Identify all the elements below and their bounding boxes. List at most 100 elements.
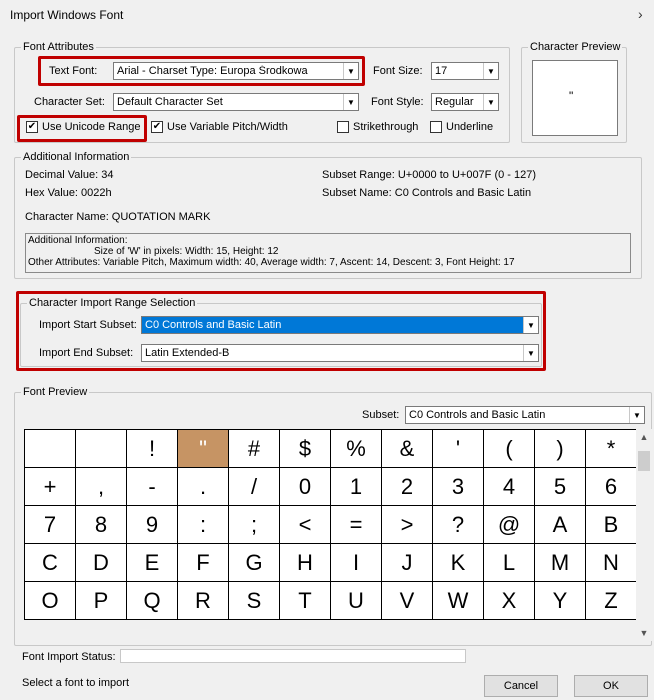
strikethrough-label: Strikethrough	[353, 121, 419, 133]
character-cell[interactable]	[25, 430, 76, 468]
font-size-combo[interactable]: 17 ▼	[431, 62, 499, 80]
character-cell[interactable]: T	[280, 582, 331, 620]
character-cell[interactable]: *	[586, 430, 637, 468]
character-cell[interactable]: B	[586, 506, 637, 544]
subset-label: Subset:	[362, 409, 400, 421]
close-icon[interactable]: ›	[638, 6, 643, 22]
character-cell[interactable]: V	[382, 582, 433, 620]
character-cell[interactable]: 4	[484, 468, 535, 506]
checkbox-unchecked-icon[interactable]	[430, 121, 442, 133]
font-style-value: Regular	[435, 96, 474, 108]
subset-value: C0 Controls and Basic Latin	[409, 409, 546, 421]
import-end-value: Latin Extended-B	[145, 347, 230, 359]
strikethrough-checkbox[interactable]: Strikethrough	[337, 121, 418, 133]
character-cell[interactable]: >	[382, 506, 433, 544]
character-cell[interactable]: W	[433, 582, 484, 620]
subset-combo[interactable]: C0 Controls and Basic Latin ▼	[405, 406, 645, 424]
character-cell[interactable]: A	[535, 506, 586, 544]
chevron-down-icon[interactable]: ▼	[483, 63, 498, 79]
character-cell[interactable]: =	[331, 506, 382, 544]
font-preview-legend: Font Preview	[21, 386, 90, 399]
chevron-down-icon[interactable]: ▼	[629, 407, 644, 423]
use-variable-pitch-checkbox[interactable]: ✔ Use Variable Pitch/Width	[151, 121, 288, 133]
character-cell[interactable]: G	[229, 544, 280, 582]
subset-name: Subset Name: C0 Controls and Basic Latin	[322, 187, 532, 199]
character-grid-scrollbar[interactable]: ▲ ▼	[636, 429, 652, 641]
status-message: Select a font to import	[22, 677, 129, 689]
character-cell[interactable]: 7	[25, 506, 76, 544]
character-cell[interactable]: P	[76, 582, 127, 620]
character-cell[interactable]: :	[178, 506, 229, 544]
character-cell[interactable]: E	[127, 544, 178, 582]
font-style-combo[interactable]: Regular ▼	[431, 93, 499, 111]
character-cell[interactable]: 9	[127, 506, 178, 544]
character-cell[interactable]: Y	[535, 582, 586, 620]
font-size-value: 17	[435, 65, 448, 77]
character-cell[interactable]: <	[280, 506, 331, 544]
character-cell[interactable]: O	[25, 582, 76, 620]
character-cell[interactable]: 1	[331, 468, 382, 506]
character-cell[interactable]: (	[484, 430, 535, 468]
character-cell[interactable]: M	[535, 544, 586, 582]
character-cell[interactable]: N	[586, 544, 637, 582]
character-cell[interactable]: F	[178, 544, 229, 582]
character-cell[interactable]: H	[280, 544, 331, 582]
ok-button[interactable]: OK	[574, 675, 648, 697]
additional-info-box-line2: Size of 'W' in pixels: Width: 15, Height…	[94, 246, 279, 257]
character-cell[interactable]: 6	[586, 468, 637, 506]
character-cell[interactable]: Q	[127, 582, 178, 620]
character-cell[interactable]: 2	[382, 468, 433, 506]
character-cell[interactable]: C	[25, 544, 76, 582]
character-cell[interactable]: X	[484, 582, 535, 620]
character-cell[interactable]: 8	[76, 506, 127, 544]
checkbox-checked-icon[interactable]: ✔	[151, 121, 163, 133]
scroll-down-icon[interactable]: ▼	[636, 625, 652, 641]
character-cell[interactable]: ,	[76, 468, 127, 506]
character-cell[interactable]: )	[535, 430, 586, 468]
character-cell[interactable]: $	[280, 430, 331, 468]
character-cell[interactable]: .	[178, 468, 229, 506]
character-cell[interactable]: %	[331, 430, 382, 468]
character-cell[interactable]: -	[127, 468, 178, 506]
chevron-down-icon[interactable]: ▼	[523, 345, 538, 361]
character-cell[interactable]: 0	[280, 468, 331, 506]
character-cell[interactable]: R	[178, 582, 229, 620]
scrollbar-thumb[interactable]	[638, 451, 650, 471]
chevron-down-icon[interactable]: ▼	[343, 94, 358, 110]
character-cell[interactable]: ;	[229, 506, 280, 544]
character-cell[interactable]: I	[331, 544, 382, 582]
checkbox-unchecked-icon[interactable]	[337, 121, 349, 133]
character-cell[interactable]: #	[229, 430, 280, 468]
character-cell[interactable]: "	[178, 430, 229, 468]
character-cell[interactable]: 3	[433, 468, 484, 506]
character-cell[interactable]: ?	[433, 506, 484, 544]
cancel-button[interactable]: Cancel	[484, 675, 558, 697]
scroll-up-icon[interactable]: ▲	[636, 429, 652, 445]
character-cell[interactable]: 5	[535, 468, 586, 506]
import-start-combo[interactable]: C0 Controls and Basic Latin ▼	[141, 316, 539, 334]
character-cell[interactable]: U	[331, 582, 382, 620]
character-cell[interactable]: S	[229, 582, 280, 620]
character-cell[interactable]: L	[484, 544, 535, 582]
character-cell[interactable]: /	[229, 468, 280, 506]
character-cell[interactable]: K	[433, 544, 484, 582]
character-cell[interactable]	[76, 430, 127, 468]
underline-checkbox[interactable]: Underline	[430, 121, 493, 133]
character-cell[interactable]: J	[382, 544, 433, 582]
character-cell[interactable]: @	[484, 506, 535, 544]
chevron-down-icon[interactable]: ▼	[483, 94, 498, 110]
character-cell[interactable]: D	[76, 544, 127, 582]
character-cell[interactable]: '	[433, 430, 484, 468]
character-set-combo[interactable]: Default Character Set ▼	[113, 93, 359, 111]
use-variable-pitch-label: Use Variable Pitch/Width	[167, 121, 288, 133]
import-range-legend: Character Import Range Selection	[27, 297, 198, 310]
character-cell[interactable]: &	[382, 430, 433, 468]
hex-value: Hex Value: 0022h	[25, 187, 112, 199]
character-preview-legend: Character Preview	[528, 41, 623, 54]
character-cell[interactable]: +	[25, 468, 76, 506]
character-cell[interactable]: !	[127, 430, 178, 468]
character-cell[interactable]: Z	[586, 582, 637, 620]
chevron-down-icon[interactable]: ▼	[523, 317, 538, 333]
font-style-label: Font Style:	[371, 96, 424, 108]
import-end-combo[interactable]: Latin Extended-B ▼	[141, 344, 539, 362]
